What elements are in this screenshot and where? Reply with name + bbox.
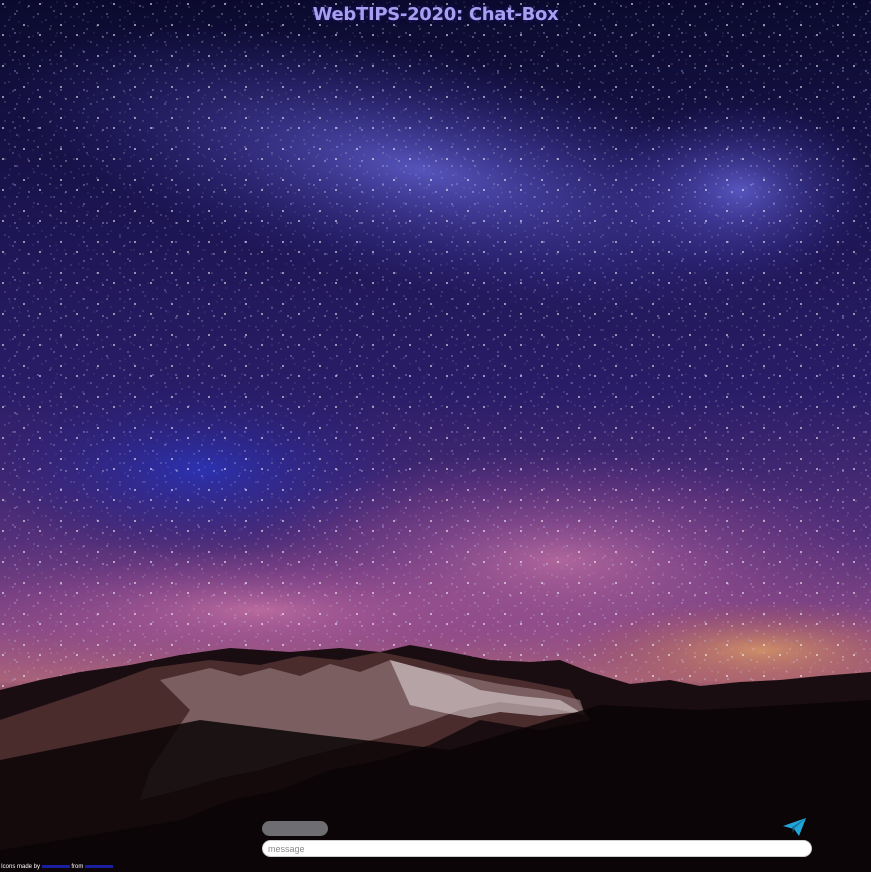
background-night-sky-image (0, 0, 871, 872)
message-input[interactable] (262, 840, 812, 857)
attribution-middle: from (71, 864, 84, 870)
username-field[interactable] (262, 821, 328, 836)
author-link[interactable] (41, 864, 70, 868)
chat-app: WebTIPS-2020: Chat-Box Icons made by fro… (0, 0, 871, 872)
source-link[interactable] (85, 864, 114, 868)
chat-composer (262, 818, 814, 860)
attribution-prefix: Icons made by (1, 864, 41, 870)
send-button[interactable] (782, 816, 808, 838)
paper-plane-icon (783, 818, 806, 836)
icon-attribution: Icons made by from (1, 864, 114, 870)
page-title: WebTIPS-2020: Chat-Box (312, 4, 559, 25)
